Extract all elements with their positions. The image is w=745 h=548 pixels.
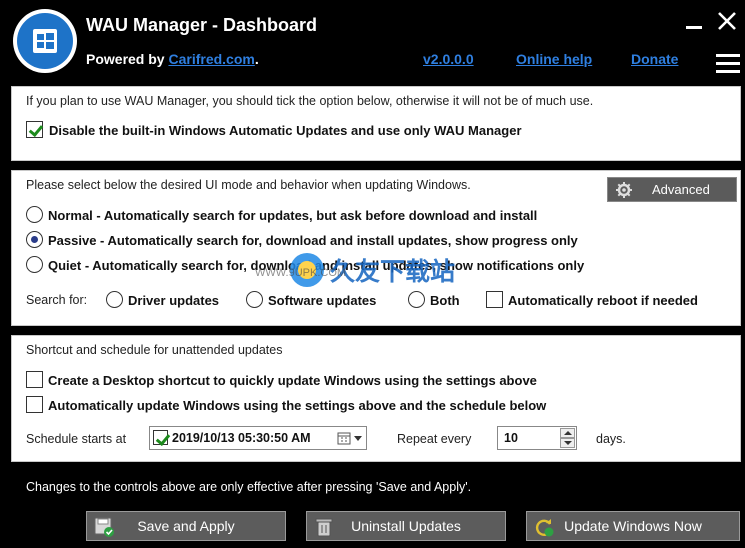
calendar-icon[interactable]	[337, 431, 351, 445]
desktop-shortcut-label: Create a Desktop shortcut to quickly upd…	[48, 373, 537, 388]
driver-updates-radio[interactable]	[106, 291, 123, 308]
close-button[interactable]	[712, 6, 742, 36]
auto-reboot-label: Automatically reboot if needed	[508, 293, 698, 308]
repeat-days-value: 10	[504, 431, 518, 445]
chevron-down-icon	[564, 441, 572, 445]
advanced-label: Advanced	[652, 182, 710, 197]
search-for-label: Search for:	[26, 293, 88, 307]
windows-logo-icon	[33, 29, 57, 53]
save-and-apply-button[interactable]: Save and Apply	[86, 511, 286, 541]
normal-mode-radio[interactable]	[26, 206, 43, 223]
save-and-apply-label: Save and Apply	[137, 518, 235, 534]
driver-updates-label: Driver updates	[128, 293, 220, 308]
close-icon	[718, 12, 736, 30]
menu-icon-bar	[716, 62, 740, 65]
panel1-info: If you plan to use WAU Manager, you shou…	[26, 94, 594, 108]
menu-icon-bar	[716, 70, 740, 73]
auto-schedule-checkbox[interactable]	[26, 396, 43, 413]
uninstall-updates-button[interactable]: Uninstall Updates	[306, 511, 506, 541]
software-updates-radio[interactable]	[246, 291, 263, 308]
schedule-starts-label: Schedule starts at	[26, 432, 127, 446]
schedule-datetime-picker[interactable]: 2019/10/13 05:30:50 AM	[149, 426, 367, 450]
both-updates-radio[interactable]	[408, 291, 425, 308]
software-updates-label: Software updates	[268, 293, 377, 308]
online-help-link[interactable]: Online help	[516, 51, 592, 67]
powered-suffix: .	[254, 51, 259, 67]
schedule-date-value: 2019/10/13 05:30:50 AM	[172, 431, 311, 445]
disable-auto-updates-label: Disable the built-in Windows Automatic U…	[49, 123, 522, 138]
ui-mode-panel: Please select below the desired UI mode …	[11, 170, 741, 326]
minimize-button[interactable]	[683, 16, 705, 32]
chevron-down-icon[interactable]	[353, 435, 363, 443]
passive-mode-label: Passive - Automatically search for, down…	[48, 233, 578, 248]
app-logo	[13, 9, 77, 73]
powered-by: Powered by Carifred.com.	[86, 51, 259, 67]
days-label: days.	[596, 432, 626, 446]
chevron-up-icon	[564, 431, 572, 435]
repeat-every-label: Repeat every	[397, 432, 472, 446]
quiet-mode-radio[interactable]	[26, 256, 43, 273]
update-windows-now-button[interactable]: Update Windows Now	[526, 511, 740, 541]
donate-link[interactable]: Donate	[631, 51, 678, 67]
stepper-down-button[interactable]	[560, 438, 575, 448]
panel3-info: Shortcut and schedule for unattended upd…	[26, 343, 283, 357]
menu-icon-bar	[716, 54, 740, 57]
desktop-shortcut-checkbox[interactable]	[26, 371, 43, 388]
powered-prefix: Powered by	[86, 51, 169, 67]
panel2-info: Please select below the desired UI mode …	[26, 178, 471, 192]
stepper-up-button[interactable]	[560, 428, 575, 438]
auto-schedule-label: Automatically update Windows using the s…	[48, 398, 547, 413]
wau-manager-window: WAU Manager - Dashboard Powered by Carif…	[0, 0, 745, 548]
disable-auto-updates-checkbox[interactable]	[26, 121, 43, 138]
disable-wau-panel: If you plan to use WAU Manager, you shou…	[11, 86, 741, 161]
hamburger-menu-button[interactable]	[716, 54, 740, 76]
auto-reboot-checkbox[interactable]	[486, 291, 503, 308]
both-updates-label: Both	[430, 293, 460, 308]
repeat-days-stepper[interactable]: 10	[497, 426, 577, 450]
schedule-date-checkbox[interactable]	[153, 430, 168, 445]
window-title: WAU Manager - Dashboard	[86, 15, 318, 35]
quiet-mode-label: Quiet - Automatically search for, downlo…	[48, 258, 585, 273]
advanced-button[interactable]: Advanced	[607, 177, 737, 202]
version-link[interactable]: v2.0.0.0	[423, 51, 474, 67]
schedule-panel: Shortcut and schedule for unattended upd…	[11, 335, 741, 462]
carifred-link[interactable]: Carifred.com	[168, 51, 254, 67]
uninstall-updates-label: Uninstall Updates	[351, 518, 461, 534]
minimize-icon	[686, 26, 702, 29]
gear-icon	[616, 182, 632, 198]
footer-notice: Changes to the controls above are only e…	[26, 480, 472, 494]
passive-mode-radio[interactable]	[26, 231, 43, 248]
update-windows-now-label: Update Windows Now	[564, 518, 702, 534]
normal-mode-label: Normal - Automatically search for update…	[48, 208, 538, 223]
